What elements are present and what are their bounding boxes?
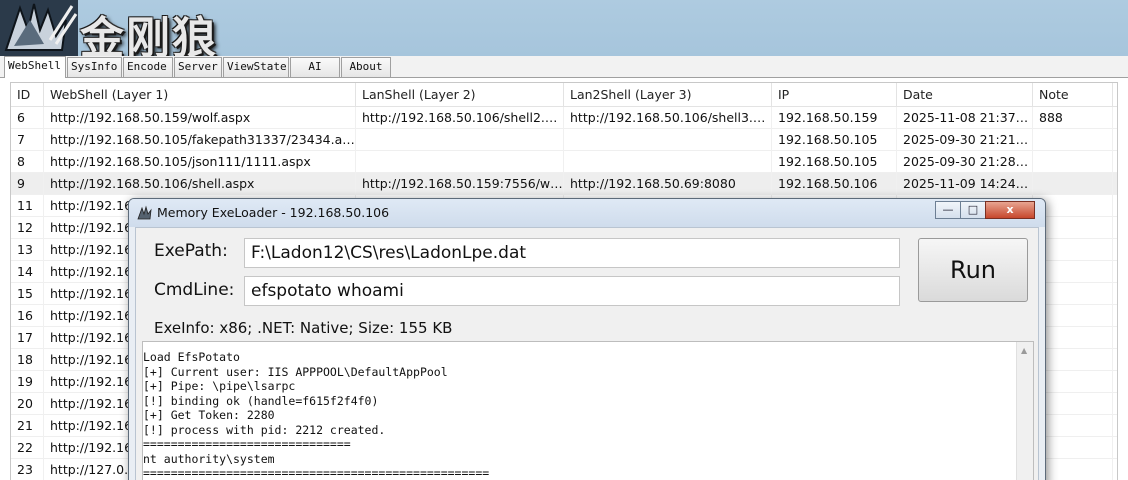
cell-ip: 192.168.50.159	[772, 107, 897, 129]
cmdline-input[interactable]: efspotato whoami	[244, 276, 900, 306]
table-row[interactable]: 7 http://192.168.50.105/fakepath31337/234…	[11, 129, 1117, 151]
exepath-label: ExePath:	[154, 241, 228, 261]
app-logo: 金刚狼	[0, 0, 272, 64]
cell-lanshell	[356, 151, 564, 173]
table-row[interactable]: 6 http://192.168.50.159/wolf.aspx http://1…	[11, 107, 1117, 129]
dialog-title: Memory ExeLoader - 192.168.50.106	[157, 205, 390, 220]
close-button[interactable]: x	[985, 201, 1035, 219]
output-line: [!] binding ok (handle=f615f2f4f0)	[143, 393, 379, 408]
output-line: [!] process with pid: 2212 created.	[143, 422, 386, 437]
output-line: [+] Pipe: \pipe\lsarpc	[143, 379, 296, 393]
output-scrollbar[interactable]: ▲	[1016, 342, 1033, 480]
cell-ip: 192.168.50.105	[772, 151, 897, 173]
cell-id: 15	[11, 283, 44, 305]
output-line: nt authority\system	[143, 451, 275, 466]
cell-lan2shell	[564, 129, 772, 151]
column-header-note[interactable]: Note	[1033, 83, 1113, 107]
cell-lanshell: http://192.168.50.106/shell2.as...	[356, 107, 564, 129]
cell-id: 12	[11, 217, 44, 239]
cell-webshell: http://192.168.50.105/json111/1111.aspx	[44, 151, 356, 173]
cell-note: 888	[1033, 107, 1113, 129]
cell-id: 6	[11, 107, 44, 129]
cell-note	[1033, 129, 1113, 151]
output-line: [+] Get Token: 2280	[143, 408, 275, 422]
wolverine-logo-icon	[0, 0, 78, 56]
cell-webshell: http://192.168.50.105/fakepath31337/2343…	[44, 129, 356, 151]
cell-id: 14	[11, 261, 44, 283]
exepath-input[interactable]: F:\Ladon12\CS\res\LadonLpe.dat	[244, 238, 900, 268]
cell-lan2shell: http://192.168.50.106/shell3.as...	[564, 107, 772, 129]
table-row[interactable]: 9 http://192.168.50.106/shell.aspx http://…	[11, 173, 1117, 195]
table-header: ID WebShell (Layer 1) LanShell (Layer 2)…	[11, 83, 1117, 107]
minimize-button[interactable]: —	[935, 201, 961, 219]
tab-about[interactable]: About	[341, 57, 391, 77]
cell-webshell: http://192.168.50.159/wolf.aspx	[44, 107, 356, 129]
cell-date: 2025-09-30 21:21:36	[897, 129, 1033, 151]
cell-id: 13	[11, 239, 44, 261]
tab-server[interactable]: Server	[174, 57, 222, 77]
cell-id: 18	[11, 349, 44, 371]
maximize-button[interactable]: □	[960, 201, 986, 219]
output-line: ========================================…	[143, 466, 490, 480]
memory-exeloader-dialog: Memory ExeLoader - 192.168.50.106 — □ x …	[128, 198, 1046, 480]
output-line: [+] Current user: IIS APPPOOL\DefaultApp…	[143, 364, 448, 379]
cell-id: 11	[11, 195, 44, 217]
table-row[interactable]: 8 http://192.168.50.105/json111/1111.aspx…	[11, 151, 1117, 173]
cell-date: 2025-11-09 14:24:41	[897, 173, 1033, 195]
cell-id: 9	[11, 173, 44, 195]
cell-lanshell: http://192.168.50.159:7556/wol...	[356, 173, 564, 195]
cell-lan2shell: http://192.168.50.69:8080	[564, 173, 772, 195]
dialog-body: ExePath: F:\Ladon12\CS\res\LadonLpe.dat …	[135, 227, 1039, 480]
tab-ai[interactable]: AI	[290, 57, 340, 77]
output-line: Load EfsPotato	[143, 350, 240, 364]
cell-webshell: http://192.168.50.106/shell.aspx	[44, 173, 356, 195]
cell-ip: 192.168.50.106	[772, 173, 897, 195]
cell-id: 19	[11, 371, 44, 393]
cell-id: 20	[11, 393, 44, 415]
cell-ip: 192.168.50.105	[772, 129, 897, 151]
app-banner: 金刚狼	[0, 0, 1128, 64]
column-header-lanshell[interactable]: LanShell (Layer 2)	[356, 83, 564, 107]
column-header-date[interactable]: Date	[897, 83, 1033, 107]
output-console[interactable]: Load EfsPotato [+] Current user: IIS APPP…	[142, 341, 1034, 480]
tab-encode[interactable]: Encode	[123, 57, 173, 77]
cell-id: 16	[11, 305, 44, 327]
cell-id: 23	[11, 459, 44, 480]
window-controls: — □ x	[935, 201, 1041, 219]
cell-lanshell	[356, 129, 564, 151]
column-header-lan2shell[interactable]: Lan2Shell (Layer 3)	[564, 83, 772, 107]
tab-bar: WebShell SysInfo Encode Server ViewState…	[0, 56, 1128, 78]
cell-date: 2025-11-08 21:37:14	[897, 107, 1033, 129]
cell-note	[1033, 151, 1113, 173]
cell-id: 7	[11, 129, 44, 151]
output-line: ==============================	[143, 437, 351, 451]
cell-lan2shell	[564, 151, 772, 173]
cell-id: 21	[11, 415, 44, 437]
app-icon	[137, 205, 152, 220]
column-header-webshell[interactable]: WebShell (Layer 1)	[44, 83, 356, 107]
cell-note	[1033, 173, 1113, 195]
column-header-ip[interactable]: IP	[772, 83, 897, 107]
dialog-titlebar[interactable]: Memory ExeLoader - 192.168.50.106 — □ x	[129, 199, 1045, 227]
tab-sysinfo[interactable]: SysInfo	[67, 57, 122, 77]
exeinfo-text: ExeInfo: x86; .NET: Native; Size: 155 KB	[154, 319, 453, 337]
cmdline-label: CmdLine:	[154, 280, 235, 300]
run-button[interactable]: Run	[918, 238, 1028, 302]
output-text: Load EfsPotato [+] Current user: IIS APPP…	[143, 350, 1013, 480]
tab-webshell[interactable]: WebShell	[4, 56, 66, 78]
scroll-up-arrow-icon[interactable]: ▲	[1021, 346, 1027, 355]
cell-id: 22	[11, 437, 44, 459]
column-header-id[interactable]: ID	[11, 83, 44, 107]
tab-viewstate[interactable]: ViewState	[223, 57, 289, 77]
cell-date: 2025-09-30 21:28:12	[897, 151, 1033, 173]
cell-id: 17	[11, 327, 44, 349]
cell-id: 8	[11, 151, 44, 173]
